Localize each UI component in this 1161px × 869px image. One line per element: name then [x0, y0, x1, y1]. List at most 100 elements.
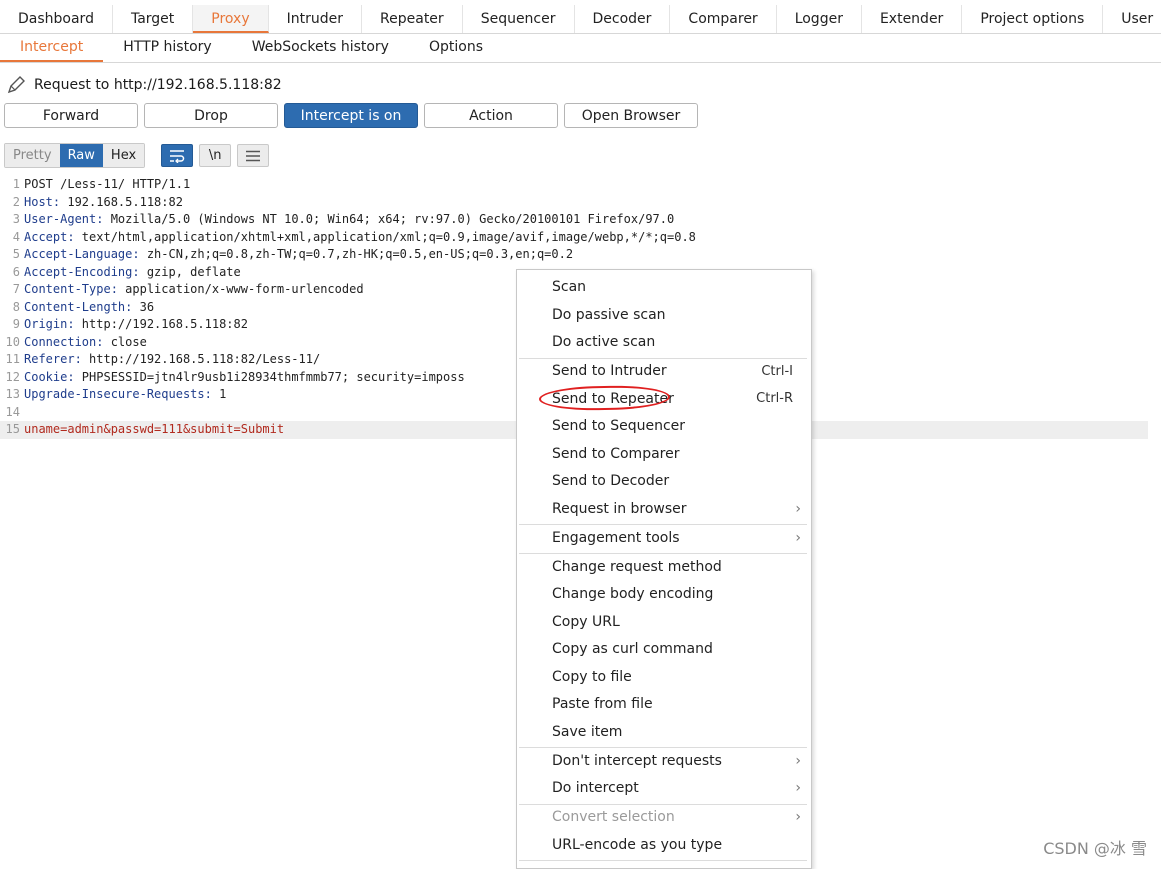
- menu-item-label: Change body encoding: [552, 586, 714, 602]
- menu-item-label: Copy as curl command: [552, 641, 713, 657]
- context-menu: Scan Do passive scan Do active scan Send to…: [516, 269, 812, 869]
- menu-item-copy-as-curl-command[interactable]: Copy as curl command: [517, 636, 809, 662]
- menu-item-change-body-encoding[interactable]: Change body encoding: [517, 581, 809, 607]
- tab-sequencer[interactable]: Sequencer: [463, 5, 575, 33]
- header-value: text/html,application/xhtml+xml,applicat…: [74, 229, 696, 244]
- line-number: 13: [5, 387, 20, 401]
- intercept-toolbar: Forward Drop Intercept is on Action Open…: [4, 103, 698, 128]
- menu-item-do-active-scan[interactable]: Do active scan: [517, 329, 809, 355]
- menu-item-label: Scan: [552, 279, 587, 295]
- tab-logger[interactable]: Logger: [777, 5, 862, 33]
- menu-item-label: Send to Comparer: [552, 445, 680, 462]
- line-number: 14: [5, 404, 20, 419]
- view-mode-pretty[interactable]: Pretty: [5, 144, 60, 167]
- menu-item-save-item[interactable]: Save item: [517, 719, 809, 745]
- menu-item-label: Copy to file: [552, 668, 632, 685]
- chevron-right-icon: ›: [795, 529, 801, 546]
- pencil-icon: [7, 76, 25, 94]
- header-name: Connection:: [24, 334, 104, 349]
- tab-target[interactable]: Target: [113, 5, 194, 33]
- menu-item-label: Convert selection: [552, 809, 675, 825]
- menu-item-do-passive-scan[interactable]: Do passive scan: [517, 302, 809, 328]
- tab-proxy[interactable]: Proxy: [193, 5, 269, 33]
- menu-separator: [519, 860, 807, 861]
- chevron-right-icon: ›: [795, 752, 801, 769]
- menu-item-do-intercept[interactable]: Do intercept ›: [517, 775, 809, 801]
- subtab-http-history[interactable]: HTTP history: [103, 33, 231, 62]
- action-button[interactable]: Action: [424, 103, 558, 128]
- menu-item-request-in-browser[interactable]: Request in browser ›: [517, 496, 809, 522]
- subtab-websockets-history[interactable]: WebSockets history: [232, 33, 409, 62]
- watermark: CSDN @冰 雪: [1043, 839, 1147, 858]
- view-mode-hex[interactable]: Hex: [102, 144, 145, 167]
- header-name: Accept-Language:: [24, 247, 140, 261]
- request-line: 2 Host: 192.168.5.118:82: [0, 194, 1148, 212]
- view-mode-raw[interactable]: Raw: [59, 144, 103, 167]
- header-name: User-Agent:: [24, 212, 104, 226]
- line-number: 3: [12, 212, 20, 226]
- view-mode-selector: Pretty Raw Hex: [4, 143, 146, 168]
- line-number: 7: [12, 282, 20, 296]
- header-value: 1: [211, 387, 227, 401]
- menu-item-label: Copy URL: [552, 613, 620, 630]
- request-line: 5 Accept-Language: zh-CN,zh;q=0.8,zh-TW;q…: [0, 246, 1148, 264]
- tab-decoder[interactable]: Decoder: [575, 5, 671, 33]
- drop-button[interactable]: Drop: [144, 103, 278, 128]
- header-name: Content-Length:: [24, 299, 133, 314]
- header-value: Mozilla/5.0 (Windows NT 10.0; Win64; x64…: [103, 212, 675, 226]
- request-target-label: Request to http://192.168.5.118:82: [34, 77, 282, 93]
- header-name: Referer:: [24, 352, 82, 366]
- tab-user[interactable]: User: [1103, 5, 1161, 33]
- menu-item-send-to-decoder[interactable]: Send to Decoder: [517, 468, 809, 494]
- menu-item-label: Do active scan: [552, 334, 656, 350]
- menu-item-convert-selection: Convert selection ›: [517, 804, 809, 830]
- line-number: 12: [5, 369, 20, 384]
- intercept-toggle-button[interactable]: Intercept is on: [284, 103, 418, 128]
- open-browser-button[interactable]: Open Browser: [564, 103, 698, 128]
- menu-item-label: Do passive scan: [552, 306, 666, 323]
- line-number: 15: [5, 422, 20, 436]
- header-name: Accept-Encoding:: [24, 264, 140, 279]
- request-body: uname=admin&passwd=111&submit=Submit: [24, 422, 285, 436]
- header-name: Host:: [24, 194, 61, 209]
- tab-project-options[interactable]: Project options: [962, 5, 1104, 33]
- tab-dashboard[interactable]: Dashboard: [0, 5, 113, 33]
- header-value: zh-CN,zh;q=0.8,zh-TW;q=0.7,zh-HK;q=0.5,e…: [139, 247, 574, 261]
- menu-item-send-to-intruder[interactable]: Send to Intruder Ctrl-I: [517, 358, 809, 384]
- message-view-toolbar: Pretty Raw Hex \n: [4, 143, 270, 168]
- word-wrap-icon: [170, 149, 185, 163]
- tab-intruder[interactable]: Intruder: [269, 5, 363, 33]
- header-name: Upgrade-Insecure-Requests:: [24, 387, 212, 401]
- inspector-menu-button[interactable]: [237, 144, 270, 167]
- subtab-options[interactable]: Options: [409, 33, 503, 62]
- request-target: Request to http://192.168.5.118:82: [6, 74, 282, 96]
- header-value: PHPSESSID=jtn4lr9usb1i28934thmfmmb77; se…: [74, 369, 465, 384]
- menu-item-paste-from-file[interactable]: Paste from file: [517, 691, 809, 717]
- request-line: 3 User-Agent: Mozilla/5.0 (Windows NT 10.…: [0, 211, 1148, 229]
- header-value: application/x-www-form-urlencoded: [117, 282, 364, 296]
- forward-button[interactable]: Forward: [4, 103, 138, 128]
- hamburger-menu-icon: [246, 150, 261, 161]
- menu-item-don-t-intercept-requests[interactable]: Don't intercept requests ›: [517, 748, 809, 774]
- menu-item-send-to-sequencer[interactable]: Send to Sequencer: [517, 413, 809, 439]
- header-name: Accept:: [24, 229, 75, 244]
- menu-item-copy-url[interactable]: Copy URL: [517, 609, 809, 635]
- menu-item-engagement-tools[interactable]: Engagement tools ›: [517, 525, 809, 551]
- subtab-intercept[interactable]: Intercept: [0, 33, 104, 62]
- tab-extender[interactable]: Extender: [862, 5, 963, 33]
- tab-repeater[interactable]: Repeater: [362, 5, 463, 33]
- menu-item-shortcut: Ctrl-R: [756, 391, 793, 406]
- tab-comparer[interactable]: Comparer: [670, 5, 777, 33]
- line-number: 6: [12, 264, 20, 279]
- show-newlines-toggle[interactable]: \n: [199, 144, 232, 167]
- menu-item-url-encode-as-you-type[interactable]: URL-encode as you type: [517, 832, 809, 858]
- menu-item-change-request-method[interactable]: Change request method: [517, 554, 809, 580]
- menu-item-label: Send to Decoder: [552, 473, 670, 489]
- menu-item-scan[interactable]: Scan: [517, 274, 809, 300]
- word-wrap-toggle[interactable]: [161, 144, 194, 167]
- menu-item-copy-to-file[interactable]: Copy to file: [517, 664, 809, 690]
- menu-item-label: Paste from file: [552, 696, 653, 712]
- menu-item-label: Send to Intruder: [552, 363, 667, 379]
- menu-item-send-to-comparer[interactable]: Send to Comparer: [517, 441, 809, 467]
- proxy-sub-tab-bar: Intercept HTTP history WebSockets history O…: [0, 33, 1161, 63]
